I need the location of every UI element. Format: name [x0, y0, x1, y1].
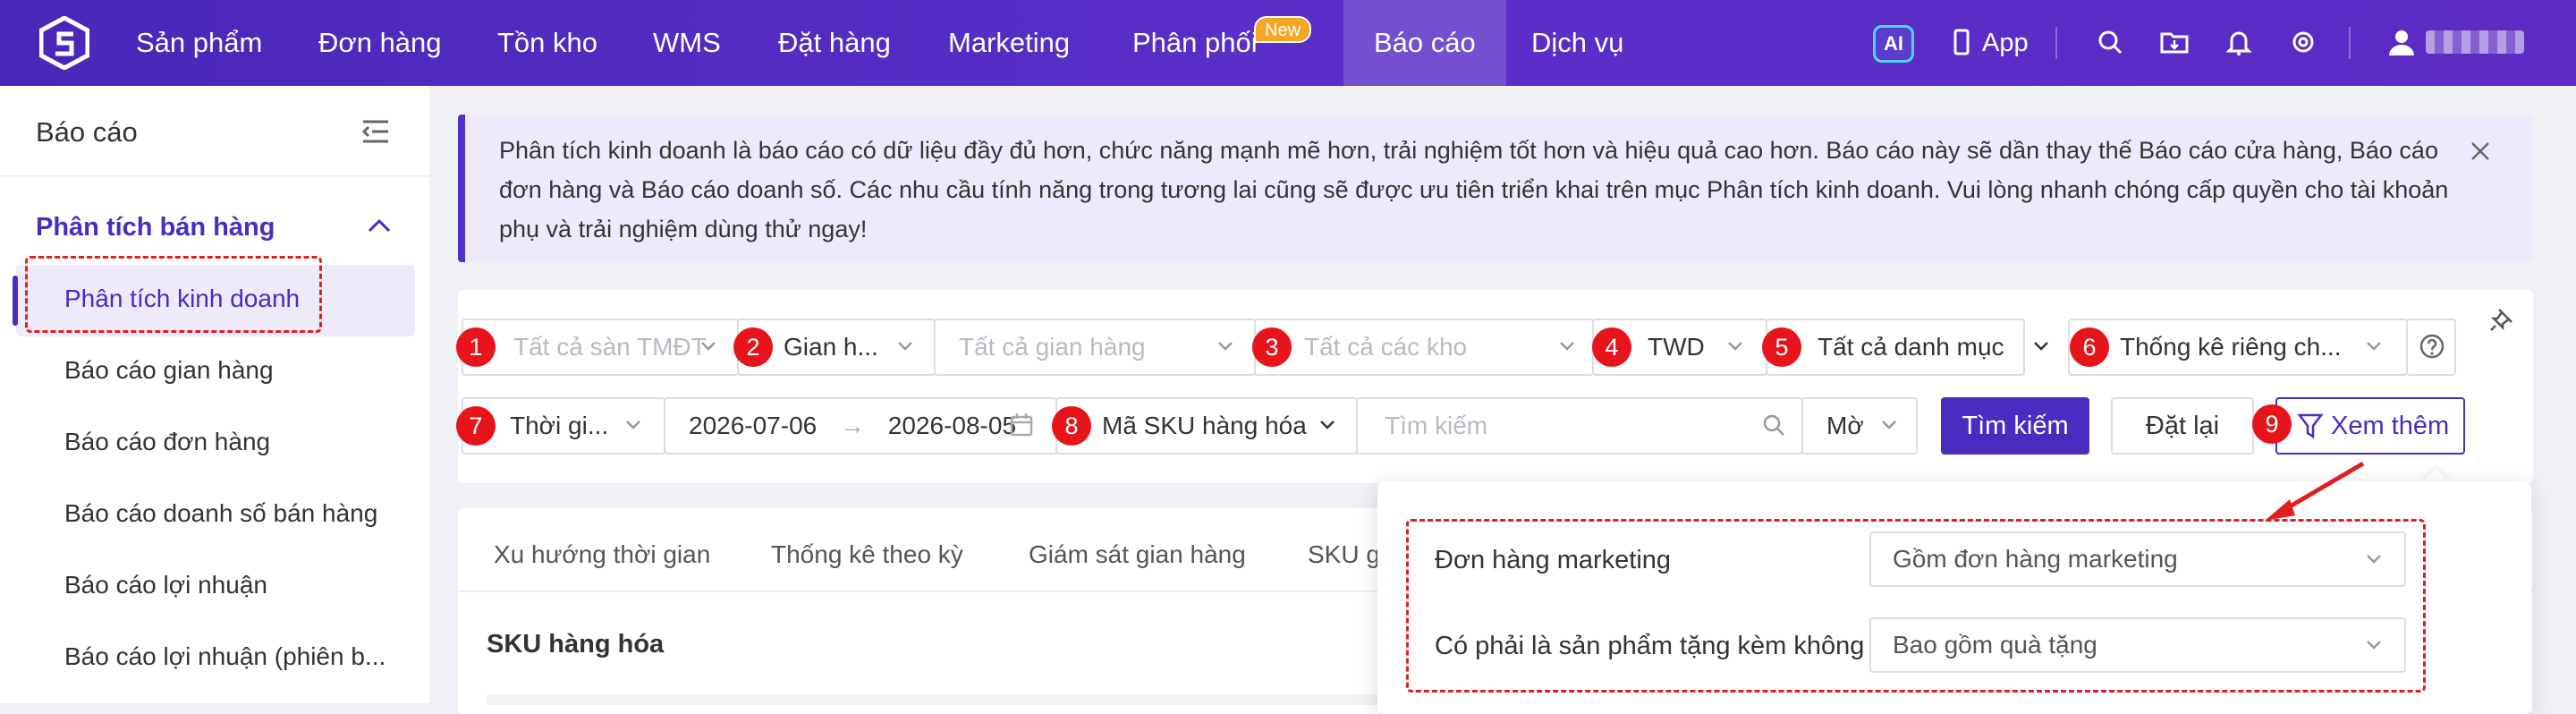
calendar-icon[interactable]	[1009, 412, 1034, 438]
platform-select[interactable]: Tất cả sàn TMĐT	[462, 319, 739, 376]
sidebar-item-sales-report[interactable]: Báo cáo doanh số bán hàng	[64, 499, 377, 528]
info-notice-banner: Phân tích kinh doanh là báo cáo có dữ li…	[458, 115, 2533, 262]
annotation-number: 4	[1592, 327, 1631, 367]
sidebar	[0, 86, 429, 703]
annotation-number: 7	[456, 406, 496, 446]
annotation-number: 6	[2070, 327, 2109, 367]
notice-text: Phân tích kinh doanh là báo cáo có dữ li…	[499, 137, 2449, 242]
date-range-arrow: →	[840, 412, 866, 439]
collapse-sidebar-icon[interactable]	[361, 118, 390, 145]
annotation-number: 1	[456, 327, 496, 367]
folder-download-icon[interactable]	[2159, 27, 2190, 57]
nav-item-marketing[interactable]: Marketing	[948, 0, 1070, 86]
filter-funnel-icon	[2297, 413, 2324, 439]
warehouse-select[interactable]: Tất cả các kho	[1254, 319, 1594, 376]
annotation-number: 9	[2252, 404, 2292, 444]
chevron-down-icon	[1882, 421, 1896, 429]
annotation-arrow-icon	[2265, 461, 2365, 521]
top-navigation-bar: Sản phẩm Đơn hàng Tồn kho WMS Đặt hàng M…	[0, 0, 2576, 86]
section-title: SKU hàng hóa	[487, 630, 665, 659]
statistic-mode-select[interactable]: Thống kê riêng ch...	[2068, 319, 2408, 376]
chevron-down-icon	[898, 342, 912, 351]
nav-item-wms[interactable]: WMS	[653, 0, 721, 86]
nav-item-reports[interactable]: Báo cáo	[1343, 0, 1506, 86]
ai-button[interactable]: AI	[1873, 25, 1914, 63]
chevron-up-icon[interactable]	[367, 217, 392, 234]
close-icon[interactable]	[2469, 140, 2492, 163]
shop-select[interactable]: Tất cả gian hàng	[934, 319, 1256, 376]
annotation-number: 8	[1052, 406, 1091, 446]
chevron-down-icon	[1728, 342, 1742, 351]
chevron-down-icon	[1218, 342, 1233, 351]
sidebar-item-profit-report[interactable]: Báo cáo lợi nhuận	[64, 571, 267, 599]
highlight-annotation-box	[25, 256, 322, 333]
search-button[interactable]: Tìm kiếm	[1941, 397, 2089, 455]
help-button[interactable]	[2406, 319, 2456, 376]
nav-divider	[2055, 27, 2057, 59]
nav-item-services[interactable]: Dịch vụ	[1531, 0, 1623, 86]
nav-item-purchasing[interactable]: Đặt hàng	[778, 0, 891, 86]
app-link[interactable]: App	[1982, 0, 2029, 86]
search-input[interactable]: Tìm kiếm	[1356, 397, 1803, 455]
match-mode-select[interactable]: Mờ	[1801, 397, 1918, 455]
chevron-down-icon	[1560, 342, 1574, 351]
annotation-number: 3	[1252, 327, 1292, 367]
chevron-down-icon	[1320, 421, 1335, 429]
chevron-down-icon	[701, 342, 716, 351]
annotation-number: 5	[1762, 327, 1801, 367]
search-icon[interactable]	[2095, 27, 2125, 57]
question-circle-icon	[2419, 334, 2445, 359]
mobile-phone-icon[interactable]	[1946, 27, 1977, 57]
settings-gear-icon[interactable]	[2288, 27, 2318, 57]
chevron-down-icon	[626, 421, 640, 429]
nav-divider	[2349, 27, 2351, 59]
tab-period-statistics[interactable]: Thống kê theo kỳ	[771, 540, 963, 569]
sidebar-active-indicator	[13, 276, 18, 326]
tab-time-trend[interactable]: Xu hướng thời gian	[494, 540, 710, 569]
nav-item-inventory[interactable]: Tồn kho	[497, 0, 597, 86]
tab-shop-monitoring[interactable]: Giám sát gian hàng	[1029, 540, 1246, 569]
annotation-number: 2	[733, 327, 773, 367]
nav-item-distribution[interactable]: Phân phối	[1132, 0, 1258, 86]
reset-button[interactable]: Đặt lại	[2111, 397, 2254, 455]
date-range-picker[interactable]: 2026-07-06 → 2026-08-05	[664, 397, 1057, 455]
sidebar-divider	[0, 175, 429, 177]
sidebar-item-order-report[interactable]: Báo cáo đơn hàng	[64, 428, 270, 456]
highlight-annotation-box	[1406, 519, 2426, 693]
sidebar-item-profit-report-v2[interactable]: Báo cáo lợi nhuận (phiên b...	[64, 642, 386, 671]
bell-icon[interactable]	[2224, 27, 2254, 57]
chevron-down-icon	[2034, 342, 2048, 351]
chevron-down-icon	[2367, 342, 2381, 351]
sidebar-group-sales-analysis[interactable]: Phân tích bán hàng	[36, 213, 275, 242]
pin-icon[interactable]	[2488, 306, 2515, 333]
date-to[interactable]: 2026-08-05	[888, 412, 1016, 439]
user-avatar-icon[interactable]	[2386, 27, 2417, 57]
category-select[interactable]: Tất cả danh mục	[1766, 319, 2025, 376]
date-from[interactable]: 2026-07-06	[689, 412, 817, 439]
sidebar-item-shop-report[interactable]: Báo cáo gian hàng	[64, 356, 274, 385]
nav-item-orders[interactable]: Đơn hàng	[318, 0, 442, 86]
app-logo-icon[interactable]	[39, 16, 89, 70]
new-badge: New	[1254, 16, 1312, 43]
sidebar-title: Báo cáo	[36, 116, 138, 148]
tab-sku[interactable]: SKU gi	[1308, 540, 1385, 569]
nav-item-products[interactable]: Sản phẩm	[136, 0, 262, 86]
username-redacted[interactable]	[2426, 30, 2524, 54]
sku-type-select[interactable]: Mã SKU hàng hóa	[1055, 397, 1358, 455]
search-icon[interactable]	[1760, 412, 1787, 438]
